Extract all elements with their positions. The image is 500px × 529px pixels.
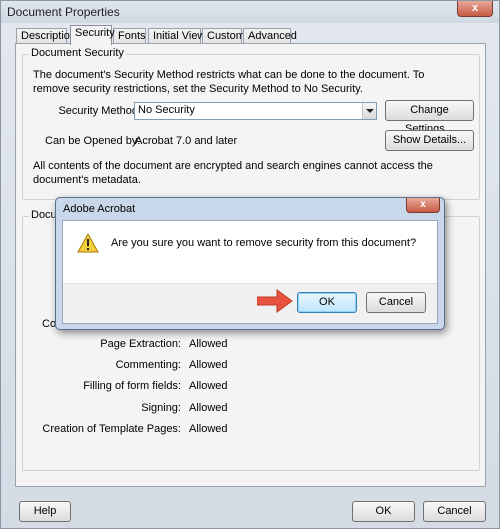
dialog-cancel-button[interactable]: Cancel bbox=[366, 292, 426, 313]
security-description: The document's Security Method restricts… bbox=[33, 69, 425, 95]
security-method-label: Security Method: bbox=[58, 105, 141, 117]
warning-icon bbox=[77, 233, 99, 253]
show-details-button[interactable]: Show Details... bbox=[385, 130, 474, 151]
restriction-value-commenting: Allowed bbox=[189, 359, 228, 371]
ok-button[interactable]: OK bbox=[352, 501, 415, 522]
restriction-label-page-extraction: Page Extraction: bbox=[100, 338, 181, 350]
window-close-button[interactable]: x bbox=[457, 1, 493, 17]
dialog-body: Are you sure you want to remove security… bbox=[62, 220, 438, 324]
dialog-message: Are you sure you want to remove security… bbox=[111, 237, 417, 249]
arrow-pointer-icon bbox=[257, 289, 293, 313]
restriction-value-template-pages: Allowed bbox=[189, 423, 228, 435]
help-button[interactable]: Help bbox=[19, 501, 71, 522]
restriction-label-commenting: Commenting: bbox=[115, 359, 181, 371]
document-security-group: Document Security The document's Securit… bbox=[22, 47, 480, 200]
tab-initial-view[interactable]: Initial View bbox=[148, 28, 205, 44]
document-security-legend: Document Security bbox=[29, 47, 126, 59]
tab-security[interactable]: Security bbox=[70, 25, 115, 45]
tab-fonts[interactable]: Fonts bbox=[113, 28, 146, 44]
window-title: Document Properties bbox=[7, 5, 120, 19]
dialog-close-button[interactable]: x bbox=[406, 198, 440, 213]
dialog-title: Adobe Acrobat bbox=[63, 203, 136, 215]
change-settings-button[interactable]: Change Settings... bbox=[385, 100, 474, 135]
restriction-value-page-extraction: Allowed bbox=[189, 338, 228, 350]
opened-by-value: Acrobat 7.0 and later bbox=[135, 135, 238, 147]
tab-description[interactable]: Description bbox=[16, 28, 76, 44]
restriction-label-signing: Signing: bbox=[141, 402, 181, 414]
dialog-ok-button[interactable]: OK bbox=[297, 292, 357, 313]
security-method-select[interactable]: No Security bbox=[134, 102, 377, 120]
encryption-note: All contents of the document are encrypt… bbox=[33, 160, 433, 186]
restriction-value-signing: Allowed bbox=[189, 402, 228, 414]
tab-custom[interactable]: Custom bbox=[202, 28, 245, 44]
chevron-down-icon[interactable] bbox=[362, 103, 376, 119]
dialog-button-bar: OK Cancel bbox=[63, 283, 437, 323]
restriction-label-template-pages: Creation of Template Pages: bbox=[42, 423, 181, 435]
restriction-value-form-fields: Allowed bbox=[189, 380, 228, 392]
cancel-button[interactable]: Cancel bbox=[423, 501, 486, 522]
opened-by-label: Can be Opened by: bbox=[45, 135, 141, 147]
restriction-label-form-fields: Filling of form fields: bbox=[83, 380, 181, 392]
tab-advanced[interactable]: Advanced bbox=[243, 28, 297, 44]
confirm-remove-security-dialog: Adobe Acrobat x Are you sure you want to… bbox=[55, 197, 445, 330]
restriction-label-partial: Co bbox=[42, 318, 57, 330]
security-method-value: No Security bbox=[138, 104, 195, 116]
title-bar: Document Properties x bbox=[1, 1, 499, 23]
